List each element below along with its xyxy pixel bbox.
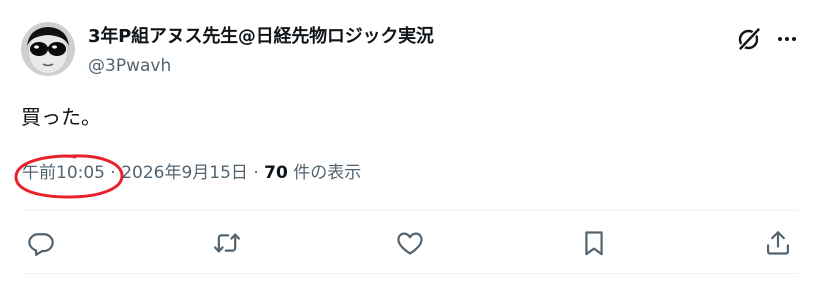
share-button[interactable]	[764, 229, 792, 257]
tweet-text: 買った。	[21, 105, 101, 129]
bookmark-icon	[585, 231, 603, 256]
author-handle[interactable]: @3Pwavh	[88, 55, 171, 77]
tweet-date[interactable]: 2026年9月15日	[121, 163, 248, 183]
divider	[21, 273, 799, 274]
avatar[interactable]	[21, 22, 75, 76]
like-button[interactable]	[396, 229, 424, 257]
tweet-meta: 午前10:05 · 2026年9月15日 · 70 件の表示	[22, 161, 361, 185]
meta-separator: ·	[110, 163, 116, 183]
grok-icon[interactable]	[736, 26, 762, 52]
tweet-time[interactable]: 午前10:05	[22, 163, 105, 183]
retweet-icon	[213, 233, 241, 253]
sunglasses-avatar-icon	[21, 22, 75, 76]
share-icon	[766, 231, 790, 255]
tweet-card: 3年P組アヌス先生@日経先物ロジック実況 @3Pwavh 買った。 午前10:0…	[0, 0, 819, 287]
views-count[interactable]: 70	[264, 163, 288, 183]
reply-button[interactable]	[27, 229, 55, 257]
author-display-name[interactable]: 3年P組アヌス先生@日経先物ロジック実況	[88, 25, 434, 49]
views-label[interactable]: 件の表示	[293, 163, 361, 183]
more-icon[interactable]	[774, 27, 800, 51]
reply-icon	[28, 233, 54, 256]
like-icon	[397, 232, 423, 255]
meta-separator: ·	[253, 163, 259, 183]
bookmark-button[interactable]	[580, 229, 608, 257]
retweet-button[interactable]	[213, 229, 241, 257]
divider	[21, 210, 799, 211]
